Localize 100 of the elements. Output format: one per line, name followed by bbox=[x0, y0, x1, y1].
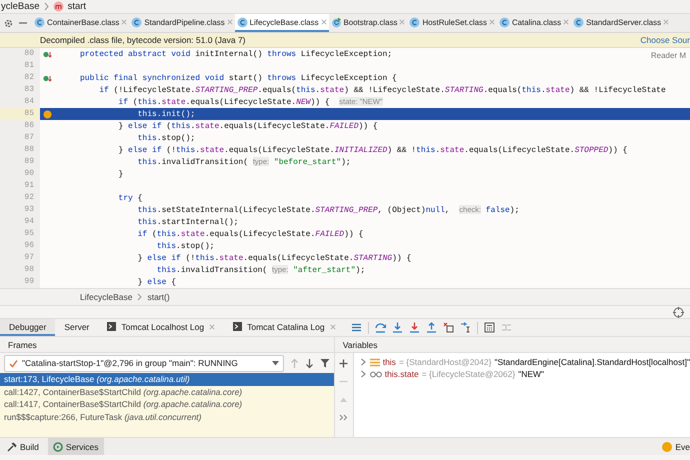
code-line: } else if (!this.state.equals(LifecycleState.INITIALIZED) && !this.state.equals(LifecycleState.STOPPED)) { bbox=[117, 146, 628, 154]
step-into-icon[interactable] bbox=[392, 322, 403, 333]
code-line: } else if (this.state.equals(LifecycleState.FAILED)) { bbox=[117, 122, 378, 130]
code-line: this.startInternal(); bbox=[136, 218, 238, 226]
services-icon bbox=[52, 442, 63, 452]
run-to-cursor-icon[interactable] bbox=[460, 322, 471, 333]
drop-frame-icon[interactable] bbox=[442, 322, 454, 333]
line-number: 99 bbox=[0, 276, 40, 288]
line-number: 97 bbox=[0, 252, 40, 264]
code-line: if (!LifecycleState.STARTING_PREP.equals(this.state) && !LifecycleState.STARTING.equals(this.state) && !LifecycleState bbox=[98, 86, 666, 94]
stack-frame[interactable]: start:173, LifecycleBase (org.apache.catalina.util) bbox=[0, 373, 334, 386]
line-number: 81 bbox=[0, 60, 40, 72]
close-icon[interactable] bbox=[121, 19, 128, 25]
runnable-class-icon bbox=[330, 16, 342, 28]
caret-icon bbox=[272, 360, 279, 366]
debug-tab[interactable]: Debugger bbox=[0, 319, 56, 336]
line-number: 98 bbox=[0, 264, 40, 276]
code-line: this.stop(); bbox=[156, 242, 214, 250]
close-icon[interactable] bbox=[320, 19, 327, 25]
reader-mode-label[interactable]: Reader M bbox=[650, 51, 686, 60]
choose-sources-link[interactable]: Choose Sour bbox=[640, 35, 690, 45]
line-number: 88 bbox=[0, 144, 40, 156]
code-line: this.stop(); bbox=[136, 134, 196, 142]
notice-text: Decompiled .class file, bytecode version: 51.0 (Java 7) bbox=[40, 35, 246, 45]
list-icon bbox=[370, 358, 380, 366]
class-icon bbox=[498, 16, 510, 28]
variable-type: = {LifecycleState@2062} bbox=[422, 369, 516, 379]
close-icon[interactable] bbox=[399, 19, 406, 25]
implementation-marker-icon[interactable] bbox=[43, 74, 52, 82]
step-out-icon[interactable] bbox=[426, 322, 437, 333]
thread-dropdown[interactable]: "Catalina-startStop-1"@2,796 in group "main": RUNNING bbox=[4, 354, 284, 372]
settings-icon[interactable] bbox=[3, 18, 14, 28]
line-number: 82 bbox=[0, 72, 40, 84]
down-arrow-icon[interactable] bbox=[304, 358, 314, 368]
breadcrumb-method[interactable]: start bbox=[68, 1, 86, 12]
frames-title: Frames bbox=[8, 340, 37, 350]
glasses-icon bbox=[370, 370, 382, 378]
line-number: 80 bbox=[0, 48, 40, 60]
variable-type: = {StandardHost@2042} bbox=[398, 357, 492, 367]
tool-window-button[interactable]: Services bbox=[48, 438, 104, 455]
tool-window-button[interactable]: Build bbox=[2, 438, 44, 455]
breadcrumb-class[interactable]: ycleBase bbox=[1, 1, 40, 12]
line-number: 92 bbox=[0, 192, 40, 204]
breadcrumb-method[interactable]: start() bbox=[147, 292, 170, 302]
code-line: protected abstract void initInternal() throws LifecycleException; bbox=[79, 50, 392, 58]
console-icon bbox=[107, 322, 116, 331]
line-number: 84 bbox=[0, 96, 40, 108]
variable-value: "NEW" bbox=[518, 369, 544, 379]
calculator-icon[interactable] bbox=[484, 322, 495, 333]
event-log-label[interactable]: Eve bbox=[675, 442, 690, 452]
close-icon[interactable] bbox=[209, 324, 216, 330]
debug-tab[interactable]: Tomcat Catalina Log bbox=[224, 319, 345, 336]
line-number: 89 bbox=[0, 156, 40, 168]
force-step-into-icon[interactable] bbox=[408, 322, 420, 333]
class-icon bbox=[409, 16, 420, 28]
filter-icon[interactable] bbox=[320, 358, 330, 368]
event-badge-icon bbox=[662, 442, 672, 452]
code-line: } else { bbox=[136, 278, 176, 286]
code-line: try { bbox=[117, 194, 142, 202]
close-icon[interactable] bbox=[563, 19, 570, 25]
chevron-icon bbox=[44, 2, 49, 11]
debug-tab[interactable]: Tomcat Localhost Log bbox=[98, 319, 224, 336]
variable-name: this bbox=[382, 357, 396, 367]
variable-value: "StandardEngine[Catalina].StandardHost[localhost]" bbox=[494, 357, 690, 367]
close-icon[interactable] bbox=[488, 19, 495, 25]
code-line: this.init(); bbox=[136, 110, 196, 118]
debug-tab[interactable]: Server bbox=[55, 319, 98, 336]
method-icon bbox=[52, 1, 64, 12]
double-chevron-icon[interactable] bbox=[339, 413, 348, 422]
code-line: } bbox=[117, 170, 124, 178]
target-icon[interactable] bbox=[673, 306, 684, 318]
line-number: 96 bbox=[0, 240, 40, 252]
line-number: 87 bbox=[0, 132, 40, 144]
line-number: 95 bbox=[0, 228, 40, 240]
line-number: 94 bbox=[0, 216, 40, 228]
class-icon bbox=[34, 16, 45, 28]
plus-icon[interactable] bbox=[339, 359, 348, 368]
class-icon bbox=[236, 16, 248, 28]
implementation-marker-icon[interactable] bbox=[43, 50, 52, 58]
step-over-icon[interactable] bbox=[374, 322, 386, 333]
variable-name: this.state bbox=[384, 369, 419, 379]
line-number: 86 bbox=[0, 120, 40, 132]
hammer-icon bbox=[7, 442, 17, 452]
line-number: 90 bbox=[0, 168, 40, 180]
stack-frame[interactable]: call:1417, ContainerBase$StartChild (org.apache.catalina.core) bbox=[0, 398, 334, 410]
close-icon[interactable] bbox=[226, 19, 233, 25]
breadcrumb-class[interactable]: LifecycleBase bbox=[80, 292, 132, 302]
stack-frame[interactable]: run$$$capture:266, FutureTask (java.util.concurrent) bbox=[0, 410, 334, 423]
line-number: 83 bbox=[0, 84, 40, 96]
stack-frame[interactable]: call:1427, ContainerBase$StartChild (org.apache.catalina.core) bbox=[0, 386, 334, 398]
code-line: public final synchronized void start() throws LifecycleException { bbox=[79, 74, 397, 82]
execution-point-icon[interactable] bbox=[43, 110, 52, 118]
menu-icon[interactable] bbox=[350, 322, 362, 333]
code-line: } else if (!this.state.equals(LifecycleState.STARTING)) { bbox=[136, 254, 412, 262]
class-icon bbox=[131, 16, 142, 28]
close-icon[interactable] bbox=[330, 324, 336, 330]
class-icon bbox=[573, 16, 584, 28]
close-icon[interactable] bbox=[663, 19, 670, 25]
line-number: 93 bbox=[0, 204, 40, 216]
console-icon bbox=[233, 322, 242, 331]
